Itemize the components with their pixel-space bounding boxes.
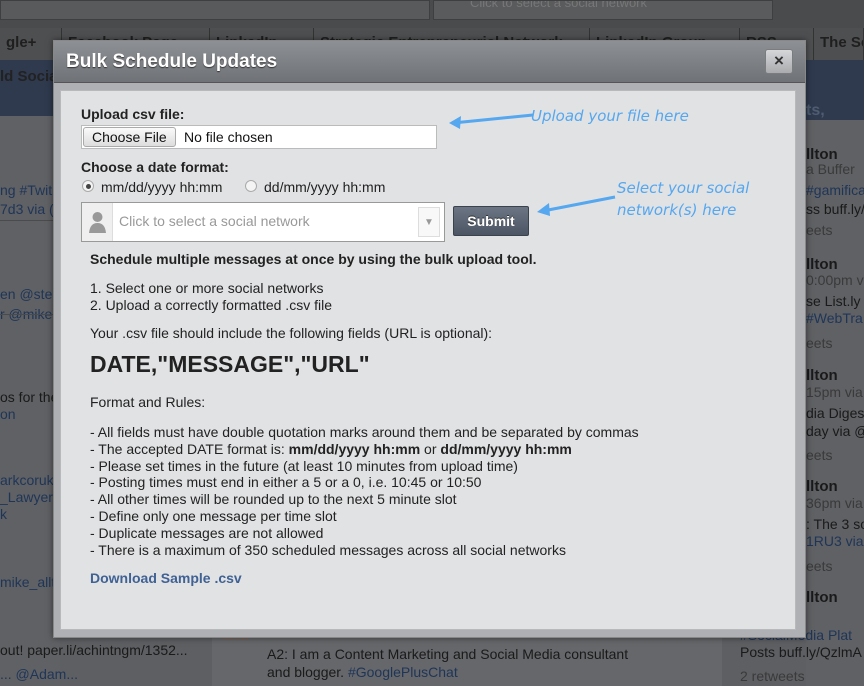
- rules-list: - All fields must have double quotation …: [90, 424, 639, 558]
- upload-label: Upload csv file:: [81, 106, 185, 122]
- csv-fields: DATE,"MESSAGE","URL": [90, 351, 370, 377]
- date-format-label: Choose a date format:: [81, 159, 229, 175]
- close-button[interactable]: ×: [765, 49, 793, 74]
- chevron-down-icon[interactable]: ▼: [418, 207, 440, 237]
- file-status: No file chosen: [184, 129, 273, 145]
- rule-item: - All other times will be rounded up to …: [90, 491, 457, 508]
- social-network-select[interactable]: Click to select a social network ▼: [81, 202, 445, 242]
- right-column-header: ts, Retw: [806, 60, 864, 137]
- rule-item: - Please set times in the future (at lea…: [90, 457, 518, 474]
- annotation-select: Select your social network(s) here: [617, 179, 750, 219]
- intro-text: Schedule multiple messages at once by us…: [90, 251, 537, 267]
- rule-item: - There is a maximum of 350 scheduled me…: [90, 541, 566, 558]
- radio-label: mm/dd/yyyy hh:mm: [101, 179, 223, 195]
- fields-intro: Your .csv file should include the follow…: [90, 325, 493, 341]
- tweet-snippet: arkcoruk: [0, 472, 54, 488]
- tweet-snippet: en @step: [0, 286, 61, 302]
- network-placeholder: Click to select a social network: [119, 213, 310, 229]
- rule-item: - Posting times must end in either a 5 o…: [90, 474, 482, 491]
- choose-file-button[interactable]: Choose File: [83, 127, 176, 147]
- tweet-snippet: ng #Twit: [0, 182, 53, 198]
- modal-title: Bulk Schedule Updates: [66, 51, 278, 72]
- tweet-snippet: k: [0, 506, 7, 522]
- csv-file-input[interactable]: Choose File No file chosen: [81, 125, 437, 149]
- format-heading: Format and Rules:: [90, 394, 206, 410]
- top-network-select[interactable]: Click to select a social network: [433, 0, 773, 20]
- step-1: 1. Select one or more social networks: [90, 280, 324, 296]
- tweet-snippet: out! paper.li/achintngm/1352...: [0, 642, 188, 658]
- annotation-upload: Upload your file here: [531, 107, 689, 125]
- rule-item: - All fields must have double quotation …: [90, 424, 639, 440]
- tweet-snippet: on: [0, 406, 16, 422]
- submit-button[interactable]: Submit: [453, 206, 529, 236]
- retweet-count: 2 retweets: [740, 668, 805, 684]
- user-avatar-icon: [82, 203, 113, 241]
- radio-mmddyyyy[interactable]: [82, 180, 94, 192]
- tweet-snippet: os for the: [0, 389, 59, 405]
- step-2: 2. Upload a correctly formatted .csv fil…: [90, 297, 332, 313]
- compose-box[interactable]: [0, 0, 430, 20]
- tweet-snippet: 7d3 via (: [0, 201, 54, 217]
- tweet-snippet: ... @Adam...: [0, 666, 79, 682]
- modal-header: Bulk Schedule Updates ×: [54, 41, 805, 83]
- rule-item: - Define only one message per time slot: [90, 507, 337, 524]
- tab-the-sc[interactable]: The Sc: [814, 28, 864, 60]
- left-column-header: ld Socia: [0, 60, 60, 116]
- download-sample-link[interactable]: Download Sample .csv: [90, 570, 242, 586]
- rule-item: - Duplicate messages are not allowed: [90, 524, 324, 541]
- tweet-snippet: mike_allt: [0, 574, 56, 590]
- radio-ddmmyyyy[interactable]: [245, 180, 257, 192]
- bulk-schedule-modal: Bulk Schedule Updates × Upload csv file:…: [53, 40, 806, 638]
- radio-label: dd/mm/yyyy hh:mm: [264, 179, 386, 195]
- modal-body: Upload csv file: Choose File No file cho…: [60, 90, 796, 630]
- arrow-icon: [449, 113, 534, 129]
- rule-item: - The accepted DATE format is: mm/dd/yyy…: [90, 440, 572, 457]
- arrow-icon: [537, 195, 616, 216]
